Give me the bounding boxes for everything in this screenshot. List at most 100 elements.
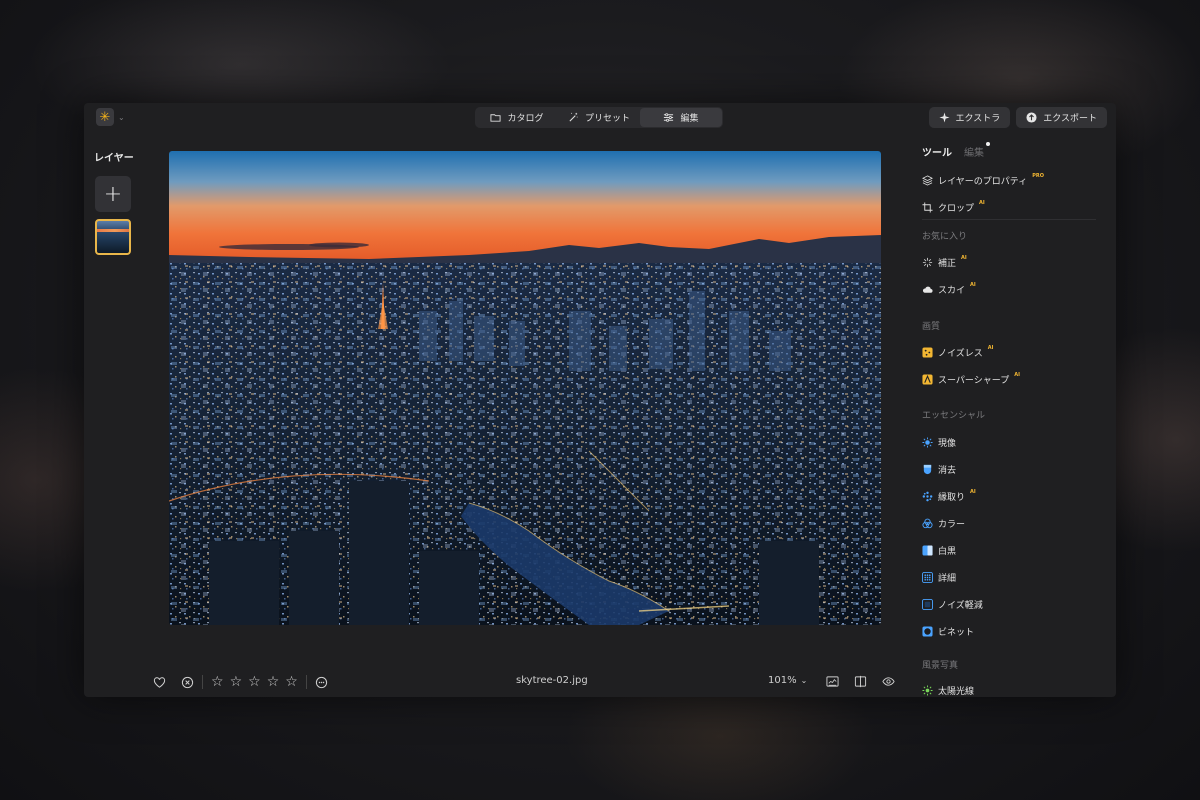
tool-bw[interactable]: 白黒	[922, 543, 956, 557]
vignette-icon	[922, 625, 933, 637]
export-button[interactable]: エクスポート	[1016, 107, 1107, 128]
chevron-down-icon: ⌄	[800, 676, 808, 685]
bw-icon	[922, 544, 933, 556]
tab-catalog[interactable]: カタログ	[476, 108, 558, 127]
tool-layer-properties[interactable]: レイヤーのプロパティ PRO	[922, 173, 1044, 187]
view-controls	[825, 674, 895, 688]
star-icon[interactable]: ☆	[267, 674, 280, 690]
section-essentials: エッセンシャル	[922, 411, 986, 421]
tool-vignette[interactable]: ビネット	[922, 624, 974, 638]
ai-badge: AI	[1014, 372, 1020, 378]
star-icon[interactable]: ☆	[230, 674, 243, 690]
star-rating: ☆ ☆ ☆ ☆ ☆	[211, 674, 298, 690]
divider	[305, 675, 307, 689]
star-icon[interactable]: ☆	[211, 674, 224, 690]
preview-button[interactable]	[881, 674, 895, 688]
compare-button[interactable]	[853, 674, 867, 688]
tool-label: ノイズ軽減	[938, 600, 983, 611]
tool-noiseless[interactable]: ノイズレス AI	[922, 345, 993, 359]
tool-crop[interactable]: クロップ AI	[922, 200, 985, 214]
ai-badge: AI	[961, 255, 967, 261]
noiseless-icon	[922, 346, 933, 358]
tool-label: 補正	[938, 258, 957, 269]
tool-enhance[interactable]: 補正 AI	[922, 255, 967, 269]
panel-tabs: ツール 編集	[922, 142, 990, 159]
more-button[interactable]	[315, 675, 329, 689]
section-quality: 画質	[922, 322, 941, 332]
heart-icon	[153, 676, 165, 688]
export-label: エクスポート	[1043, 114, 1097, 124]
tool-develop[interactable]: 現像	[922, 435, 956, 449]
tool-supersharp[interactable]: スーパーシャープ AI	[922, 372, 1020, 386]
plus-icon: +	[103, 181, 123, 207]
layer-thumbnail[interactable]	[95, 219, 131, 255]
star-icon[interactable]: ☆	[285, 674, 298, 690]
city-night-photo	[169, 151, 881, 625]
erase-icon	[922, 464, 933, 475]
tools-panel: ツール 編集 レイヤーのプロパティ PRO クロップ AI お気に入り 補正 A…	[910, 139, 1110, 697]
histogram-button[interactable]	[825, 674, 839, 688]
eye-icon	[881, 676, 895, 686]
crop-icon	[922, 201, 933, 213]
tool-label: 現像	[938, 438, 957, 449]
app-menu-button[interactable]: ✳ ⌄	[96, 108, 130, 126]
bottom-bar: ☆ ☆ ☆ ☆ ☆ skytree-02.jpg 101% ⌄	[152, 671, 902, 693]
tab-catalog-label: カタログ	[507, 114, 544, 124]
tab-edit[interactable]: 編集	[640, 108, 722, 127]
tool-label: 縁取り	[938, 492, 966, 503]
top-right-actions: エクストラ エクスポート	[928, 107, 1107, 128]
develop-icon	[922, 436, 933, 448]
supersharp-icon	[922, 373, 933, 385]
tool-color[interactable]: カラー	[922, 516, 965, 530]
tool-label: クロップ	[938, 203, 975, 214]
app-window: ✳ ⌄ カタログ プリセット 編集 エクストラ エクスポート レイヤー + ☆ …	[84, 103, 1116, 697]
reject-button[interactable]	[180, 675, 194, 689]
tool-structure[interactable]: 縁取り AI	[922, 489, 976, 503]
chevron-down-icon: ⌄	[118, 112, 125, 122]
tab-edits-label: 編集	[964, 148, 984, 159]
extras-label: エクストラ	[955, 114, 1001, 124]
extras-button[interactable]: エクストラ	[928, 107, 1011, 128]
section-favorites: お気に入り	[922, 232, 968, 242]
tab-tools[interactable]: ツール	[922, 144, 952, 159]
divider	[202, 675, 203, 689]
tool-details[interactable]: 詳細	[922, 570, 956, 584]
tool-label: スカイ	[938, 285, 966, 296]
tool-sunrays[interactable]: 太陽光線	[922, 683, 974, 697]
top-bar: ✳ ⌄ カタログ プリセット 編集 エクストラ エクスポート	[84, 103, 1116, 133]
tool-denoise[interactable]: ノイズ軽減	[922, 597, 983, 611]
tool-label: 詳細	[938, 573, 957, 584]
ai-badge: AI	[987, 345, 994, 351]
star-icon[interactable]: ☆	[248, 674, 261, 690]
tool-erase[interactable]: 消去	[922, 462, 956, 476]
compare-icon	[854, 675, 866, 687]
tool-label: ビネット	[938, 627, 975, 638]
tab-presets[interactable]: プリセット	[558, 108, 640, 127]
layers-title: レイヤー	[94, 153, 134, 164]
indicator-dot	[986, 142, 990, 146]
zoom-dropdown[interactable]: 101% ⌄	[768, 675, 807, 686]
sliders-icon	[664, 113, 674, 122]
magic-wand-icon	[569, 112, 578, 122]
details-icon	[922, 571, 933, 583]
add-layer-button[interactable]: +	[95, 176, 131, 212]
histogram-icon	[825, 675, 839, 687]
structure-icon	[922, 491, 933, 502]
more-icon	[316, 676, 328, 688]
tool-label: レイヤーのプロパティ	[938, 176, 1028, 187]
tool-label: スーパーシャープ	[938, 375, 1010, 386]
tool-sky[interactable]: スカイ AI	[922, 282, 976, 296]
zoom-value: 101%	[768, 675, 797, 686]
ai-badge: AI	[970, 489, 976, 495]
favorite-button[interactable]	[152, 675, 166, 689]
tab-edits[interactable]: 編集	[964, 142, 990, 159]
folder-icon	[490, 114, 502, 122]
sunrays-icon	[922, 684, 933, 696]
export-icon	[1026, 112, 1037, 123]
photo-canvas[interactable]	[169, 151, 881, 625]
sparkle-icon	[922, 257, 933, 268]
tab-edit-label: 編集	[680, 114, 699, 124]
tab-presets-label: プリセット	[584, 114, 630, 124]
layers-icon	[922, 174, 933, 186]
tool-label: ノイズレス	[938, 348, 983, 359]
